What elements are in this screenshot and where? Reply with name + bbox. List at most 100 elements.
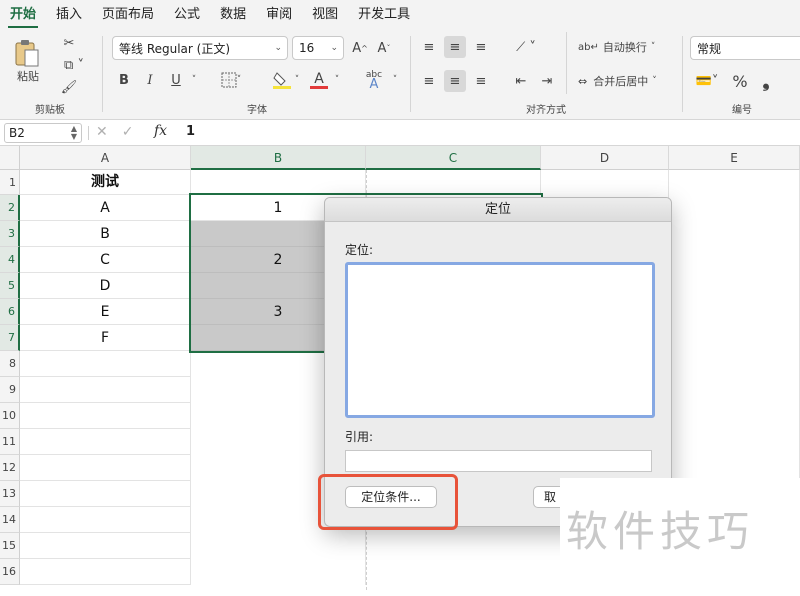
tab-view[interactable]: 视图 — [302, 3, 348, 28]
row-header[interactable]: 14 — [0, 507, 20, 533]
scissors-icon[interactable]: ✂ — [60, 34, 78, 52]
row-header[interactable]: 12 — [0, 455, 20, 481]
row-header[interactable]: 8 — [0, 351, 20, 377]
chevron-down-icon[interactable]: ˅ — [332, 70, 342, 90]
ribbon-tabs: 开始 插入 页面布局 公式 数据 审阅 视图 开发工具 — [0, 0, 800, 28]
row-header[interactable]: 9 — [0, 377, 20, 403]
italic-button[interactable]: I — [140, 70, 160, 90]
row-header[interactable]: 7 — [0, 325, 20, 351]
font-color-glyph: A — [314, 70, 324, 87]
decrease-indent-icon[interactable]: ⇤ — [510, 70, 532, 92]
cell[interactable] — [20, 533, 191, 559]
font-color-button[interactable]: A — [308, 68, 330, 92]
underline-button[interactable]: U — [166, 70, 186, 90]
tab-review[interactable]: 审阅 — [256, 3, 302, 28]
row-header[interactable]: 15 — [0, 533, 20, 559]
insert-function-button[interactable]: fx — [154, 123, 167, 139]
borders-button[interactable]: ˅ — [216, 70, 246, 90]
formula-input[interactable]: 1 — [186, 124, 195, 139]
row-header[interactable]: 5 — [0, 273, 20, 299]
ribbon: 粘贴 ✂ ⧉ ˅ 🖌 剪贴板 等线 Regular (正文) ⌄ 16 ⌄ A ^ A… — [0, 28, 800, 120]
cell[interactable] — [20, 455, 191, 481]
font-size-select[interactable]: 16 ⌄ — [292, 36, 344, 60]
clipboard-group-label: 剪贴板 — [35, 105, 65, 116]
wrap-text-label: 自动换行 — [602, 41, 647, 54]
cell-a3[interactable]: B — [20, 221, 191, 247]
column-header-a[interactable]: A — [20, 146, 191, 170]
tab-developer[interactable]: 开发工具 — [348, 3, 420, 28]
tab-data[interactable]: 数据 — [210, 3, 256, 28]
cell-b1[interactable] — [191, 170, 366, 195]
merge-cells-icon: ⇔ — [578, 74, 588, 88]
dialog-title: 定位 — [325, 198, 671, 222]
select-all-corner[interactable] — [0, 146, 20, 170]
reference-input[interactable] — [345, 450, 652, 472]
cell[interactable] — [20, 351, 191, 377]
cell-a4[interactable]: C — [20, 247, 191, 273]
cell-c1[interactable] — [366, 170, 541, 195]
align-right-icon[interactable]: ≡ — [470, 70, 492, 92]
watermark-text: 软件技巧 — [566, 507, 755, 556]
cancel-icon[interactable]: ✕ — [96, 124, 122, 140]
row-header[interactable]: 16 — [0, 559, 20, 585]
goto-list[interactable] — [345, 262, 655, 418]
font-family-select[interactable]: 等线 Regular (正文) ⌄ — [112, 36, 288, 60]
bold-button[interactable]: B — [114, 70, 134, 90]
align-left-icon[interactable]: ≡ — [418, 70, 440, 92]
phonetic-button[interactable]: abc A — [360, 68, 388, 92]
cell[interactable] — [20, 403, 191, 429]
align-middle-icon[interactable]: ≡ — [444, 36, 466, 58]
wrap-text-icon: ab↵ — [578, 41, 599, 53]
cell-a7[interactable]: F — [20, 325, 191, 351]
align-bottom-icon[interactable]: ≡ — [470, 36, 492, 58]
chevron-down-icon[interactable]: ˅ — [188, 70, 200, 90]
chevron-down-icon[interactable]: ˅ — [292, 70, 302, 90]
cell-a2[interactable]: A — [20, 195, 191, 221]
cell[interactable] — [20, 377, 191, 403]
chevron-down-icon[interactable]: ˅ — [390, 70, 400, 90]
cell-a6[interactable]: E — [20, 299, 191, 325]
row-header[interactable]: 4 — [0, 247, 20, 273]
copy-icon[interactable]: ⧉ ˅ — [60, 56, 88, 74]
cell-a1[interactable]: 测试 — [20, 170, 191, 195]
tab-insert[interactable]: 插入 — [46, 3, 92, 28]
format-painter-icon[interactable]: 🖌 — [60, 78, 78, 96]
column-header-e[interactable]: E — [669, 146, 800, 170]
cell-a5[interactable]: D — [20, 273, 191, 299]
cell[interactable] — [20, 507, 191, 533]
orientation-icon[interactable]: ⟋ ˅ — [508, 36, 544, 58]
tab-formulas[interactable]: 公式 — [164, 3, 210, 28]
cell[interactable] — [20, 559, 191, 585]
paste-button[interactable] — [12, 36, 42, 70]
cell[interactable] — [20, 429, 191, 455]
confirm-icon[interactable]: ✓ — [122, 124, 148, 140]
column-header-b[interactable]: B — [191, 146, 366, 170]
wrap-text-button[interactable]: ab↵ 自动换行 ˅ — [578, 36, 670, 58]
tab-page-layout[interactable]: 页面布局 — [92, 3, 164, 28]
row-header[interactable]: 1 — [0, 170, 20, 195]
borders-icon — [221, 72, 237, 88]
shrink-font-button[interactable]: Aˇ — [374, 38, 394, 58]
row-header[interactable]: 10 — [0, 403, 20, 429]
comma-style-button[interactable]: ❟ — [756, 70, 776, 92]
grow-font-button[interactable]: A ^ — [350, 38, 370, 58]
merge-center-button[interactable]: ⇔ 合并后居中 ˅ — [578, 70, 678, 92]
row-header[interactable]: 13 — [0, 481, 20, 507]
align-top-icon[interactable]: ≡ — [418, 36, 440, 58]
column-header-d[interactable]: D — [541, 146, 669, 170]
currency-icon[interactable]: 💳˅ — [690, 70, 724, 92]
row-header[interactable]: 2 — [0, 195, 20, 221]
number-format-select[interactable]: 常规 — [690, 36, 800, 60]
column-header-c[interactable]: C — [366, 146, 541, 170]
tab-home[interactable]: 开始 — [0, 3, 46, 28]
row-header[interactable]: 6 — [0, 299, 20, 325]
fill-color-button[interactable] — [270, 68, 294, 92]
clipboard-group: 粘贴 ✂ ⧉ ˅ 🖌 剪贴板 — [0, 28, 100, 120]
row-header[interactable]: 11 — [0, 429, 20, 455]
align-center-icon[interactable]: ≡ — [444, 70, 466, 92]
increase-indent-icon[interactable]: ⇥ — [536, 70, 558, 92]
name-box[interactable]: B2 ▲ ▼ — [4, 123, 82, 143]
cell[interactable] — [20, 481, 191, 507]
row-header[interactable]: 3 — [0, 221, 20, 247]
percent-button[interactable]: % — [730, 70, 750, 92]
